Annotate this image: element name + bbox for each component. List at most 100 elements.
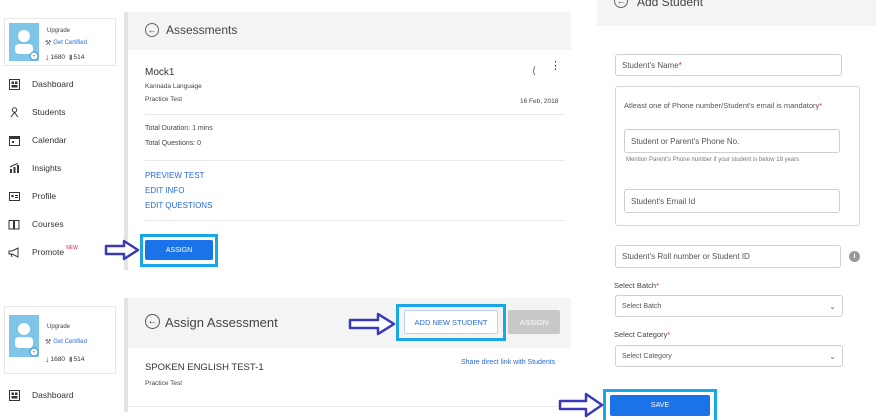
- add-student-header: ← Add Student: [597, 0, 876, 26]
- svg-text:+: +: [32, 54, 36, 60]
- share-direct-link[interactable]: Share direct link with Students: [461, 359, 555, 366]
- upgrade-link[interactable]: Upgrade: [47, 28, 70, 34]
- assessments-header: ← Assessments: [128, 12, 571, 50]
- pointer-arrow-icon: [104, 239, 140, 261]
- certificate-icon: ⚒: [45, 339, 52, 346]
- down-arrow-icon: ↓: [45, 354, 50, 364]
- sidebar-item-label: Courses: [32, 219, 64, 229]
- email-input[interactable]: Student's Email Id: [624, 189, 840, 213]
- assign-test-name: SPOKEN ENGLISH TEST-1: [145, 362, 264, 373]
- category-select-value: Select Category: [622, 352, 672, 360]
- sidebar-item-label: Profile: [32, 191, 57, 201]
- chevron-down-icon: ⌄: [829, 351, 836, 361]
- new-badge: NEW: [66, 245, 78, 251]
- divider-1: [145, 114, 565, 115]
- bars-icon: ▮: [68, 54, 73, 61]
- bottom-divider: [128, 406, 571, 407]
- roll-placeholder: Student's Roll number or Student ID: [622, 252, 750, 261]
- assign-test-type: Practice Test: [145, 380, 183, 387]
- phone-hint: Mention Parent's Phone number if your st…: [626, 157, 800, 163]
- required-mark: *: [678, 60, 682, 70]
- edit-info-link[interactable]: EDIT INFO: [145, 186, 184, 195]
- sidebar-item-dashboard[interactable]: Dashboard: [8, 77, 74, 91]
- profile-icon: [8, 190, 20, 202]
- sidebar-item-promote[interactable]: Promote NEW: [8, 245, 78, 259]
- divider-3: [145, 220, 565, 221]
- svg-text:+: +: [32, 350, 36, 356]
- get-certified-link[interactable]: Get Certified: [53, 40, 87, 46]
- pointer-arrow-icon: [558, 392, 604, 418]
- edit-questions-link[interactable]: EDIT QUESTIONS: [145, 201, 212, 210]
- down-count: 1680: [50, 53, 65, 61]
- category-select[interactable]: Select Category ⌄: [615, 345, 843, 367]
- test-language: Kannada Language: [145, 83, 202, 90]
- sidebar-item-label: Insights: [32, 163, 62, 173]
- promote-icon: [8, 246, 20, 258]
- sidebar-item-label: Calendar: [32, 135, 67, 145]
- panel-add-student: ← Add Student Student's Name * Atleast on…: [597, 0, 876, 420]
- certified-row-2[interactable]: ⚒ Get Certified: [45, 338, 87, 346]
- certified-row[interactable]: ⚒ Get Certified: [45, 39, 87, 47]
- courses-icon: [8, 218, 20, 230]
- bars-icon: ▮: [68, 356, 73, 363]
- sidebar-item-calendar[interactable]: Calendar: [8, 133, 67, 147]
- share-icon[interactable]: ⟨: [532, 66, 536, 77]
- preview-test-link[interactable]: PREVIEW TEST: [145, 171, 204, 180]
- page-title: Assessments: [166, 23, 238, 37]
- stats-row-2: ↓ 1680 ▮ 514: [45, 354, 84, 364]
- add-new-student-button[interactable]: ADD NEW STUDENT: [404, 310, 498, 334]
- contact-group: Atleast one of Phone number/Student's em…: [615, 86, 860, 226]
- down-count-2: 1680: [50, 355, 65, 363]
- sidebar-item-label: Dashboard: [32, 390, 74, 400]
- info-icon[interactable]: i: [849, 251, 860, 262]
- dashboard-icon: [8, 78, 20, 90]
- sidebar-item-students[interactable]: Students: [8, 105, 66, 119]
- category-label: Select Category*: [614, 330, 671, 339]
- back-icon[interactable]: ←: [614, 0, 628, 8]
- divider-2: [145, 160, 565, 161]
- assign-button-disabled[interactable]: ASSIGN: [508, 310, 560, 334]
- student-name-placeholder: Student's Name: [622, 60, 679, 70]
- assign-button[interactable]: ASSIGN: [145, 240, 213, 260]
- upgrade-link-2[interactable]: Upgrade: [47, 324, 70, 330]
- mandatory-note: Atleast one of Phone number/Student's em…: [624, 101, 823, 110]
- batch-select-value: Select Batch: [622, 302, 662, 310]
- stats-row: ↓ 1680 ▮ 514: [45, 52, 84, 62]
- phone-input[interactable]: Student or Parent's Phone No.: [624, 129, 840, 153]
- total-questions: Total Questions: 0: [145, 140, 202, 147]
- avatar-2[interactable]: +: [9, 315, 39, 357]
- save-button[interactable]: SAVE: [610, 395, 710, 416]
- panel-assign-assessment: + Upgrade ⚒ Get Certified ↓ 1680 ▮ 514 D…: [0, 298, 575, 420]
- back-icon[interactable]: ←: [145, 314, 160, 329]
- total-duration: Total Duration: 1 mins: [145, 125, 213, 132]
- students-icon: [8, 106, 20, 118]
- get-certified-link-2[interactable]: Get Certified: [53, 339, 87, 345]
- bar-count-2: 514: [73, 355, 85, 363]
- more-options-icon[interactable]: ⋮: [550, 61, 561, 72]
- panel-assessments: + Upgrade ⚒ Get Certified ↓ 1680 ▮ 514 D…: [0, 0, 575, 278]
- sidebar-item-courses[interactable]: Courses: [8, 217, 64, 231]
- batch-select[interactable]: Select Batch ⌄: [615, 295, 843, 317]
- sidebar-item-dashboard-2[interactable]: Dashboard: [8, 388, 74, 402]
- batch-label: Select Batch*: [614, 281, 660, 290]
- certificate-icon: ⚒: [45, 40, 52, 47]
- sidebar-item-insights[interactable]: Insights: [8, 161, 61, 175]
- sidebar-item-label: Students: [32, 107, 66, 117]
- roll-number-input[interactable]: Student's Roll number or Student ID: [615, 245, 841, 268]
- dialog-title: Add Student: [637, 0, 704, 9]
- phone-placeholder: Student or Parent's Phone No.: [631, 136, 740, 146]
- sidebar-item-label: Dashboard: [32, 79, 74, 89]
- bar-count: 514: [73, 53, 85, 61]
- dashboard-icon: [8, 389, 20, 401]
- avatar[interactable]: +: [9, 23, 39, 61]
- pointer-arrow-icon: [348, 312, 396, 336]
- test-type: Practice Test: [145, 96, 183, 103]
- sidebar-item-label: Promote: [32, 247, 65, 257]
- student-name-field[interactable]: Student's Name *: [615, 54, 842, 76]
- insights-icon: [8, 162, 20, 174]
- email-placeholder: Student's Email Id: [631, 196, 696, 206]
- sidebar-item-profile[interactable]: Profile: [8, 189, 56, 203]
- profile-card-2: + Upgrade ⚒ Get Certified ↓ 1680 ▮ 514: [4, 306, 116, 374]
- profile-card: + Upgrade ⚒ Get Certified ↓ 1680 ▮ 514: [4, 18, 116, 66]
- back-icon[interactable]: ←: [145, 23, 159, 37]
